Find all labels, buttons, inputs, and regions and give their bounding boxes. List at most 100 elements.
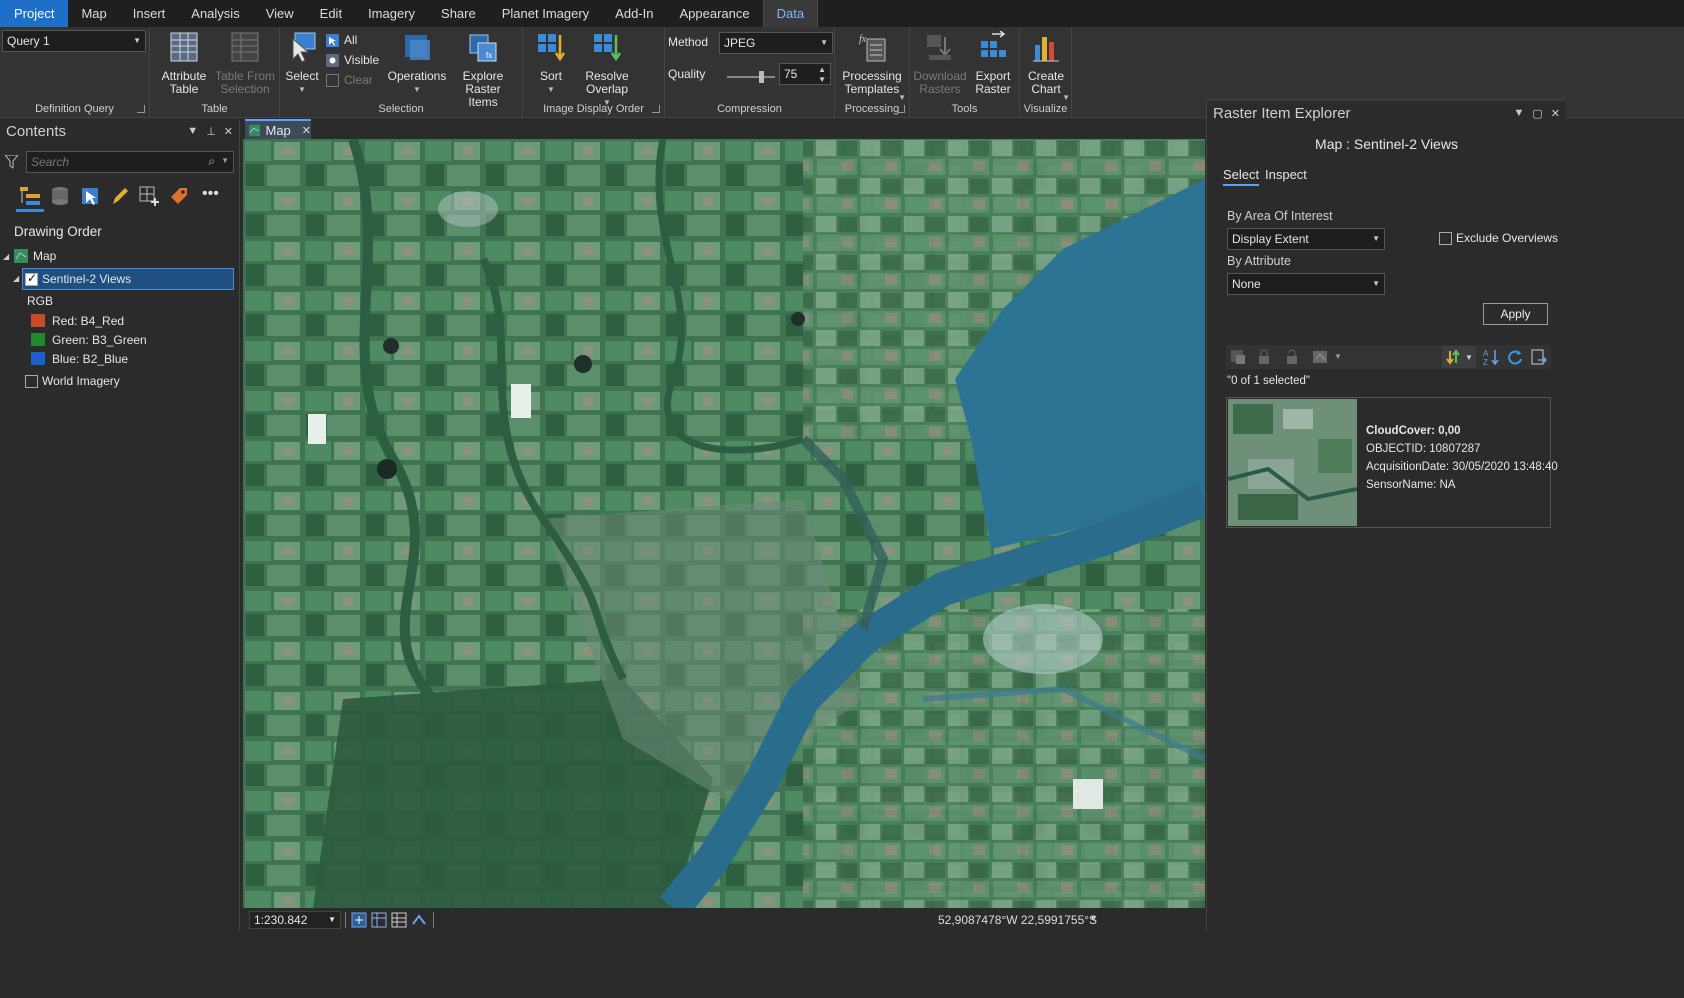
list-by-selection-icon[interactable] — [80, 185, 100, 207]
snapping-icon[interactable] — [351, 912, 367, 928]
scale-combo[interactable]: 1:230.842 ▼ — [249, 911, 341, 929]
close-icon[interactable]: ✕ — [224, 125, 233, 138]
expand-layer-icon[interactable]: ◢ — [13, 274, 19, 283]
dialog-launcher-icon[interactable] — [897, 105, 905, 113]
blue-band-swatch[interactable] — [31, 352, 45, 365]
expand-map-icon[interactable]: ◢ — [3, 252, 9, 261]
pin-icon[interactable]: ⊥ — [206, 125, 216, 138]
sort-direction-button[interactable]: ▼ — [1442, 346, 1476, 368]
close-icon[interactable]: ✕ — [302, 124, 311, 137]
layer-visibility-checkbox[interactable] — [25, 271, 38, 286]
refresh-map-icon[interactable] — [411, 912, 427, 928]
close-icon[interactable]: ✕ — [1551, 107, 1560, 120]
map-icon — [14, 249, 28, 263]
tab-appearance[interactable]: Appearance — [666, 0, 762, 27]
slider-track — [727, 76, 775, 78]
processing-templates-button[interactable]: fx Processing Templates ▼ — [837, 31, 907, 102]
pane-menu-icon[interactable]: ▼ — [1513, 107, 1524, 120]
zoom-to-item-icon[interactable] — [1230, 349, 1246, 365]
contents-pane: Contents ▼ ⊥ ✕ ⌕ ▼ ••• Drawing Order ◢ M… — [0, 119, 240, 998]
attribute-table-button[interactable]: Attribute Table — [156, 31, 212, 96]
pane-menu-icon[interactable]: ▼ — [187, 125, 198, 138]
dialog-launcher-icon[interactable] — [652, 105, 660, 113]
bright-patch — [511, 384, 531, 418]
sort-button[interactable]: Sort ▼ — [531, 31, 571, 96]
map-node-label[interactable]: Map — [33, 249, 56, 263]
group-definition-query: Query 1 ▼ Definition Query — [0, 27, 150, 118]
lock-icon[interactable] — [1256, 349, 1272, 365]
sort-az-icon[interactable]: AZ — [1482, 348, 1500, 366]
create-chart-button[interactable]: Create Chart ▼ — [1022, 31, 1070, 102]
tab-project[interactable]: Project — [0, 0, 69, 27]
list-by-source-icon[interactable] — [50, 185, 70, 207]
export-list-icon[interactable] — [1530, 348, 1548, 366]
tab-share[interactable]: Share — [428, 0, 489, 27]
chevron-down-icon[interactable]: ▼ — [1334, 352, 1342, 361]
method-combo[interactable]: JPEG ▼ — [719, 32, 833, 54]
unlock-icon[interactable] — [1284, 349, 1300, 365]
search-icon[interactable]: ⌕ — [208, 154, 215, 169]
tab-data[interactable]: Data — [762, 0, 819, 27]
quality-stepper[interactable]: 75 ▲ ▼ — [779, 63, 831, 85]
chevron-down-icon[interactable]: ▼ — [818, 70, 826, 90]
explore-raster-items-button[interactable]: fx Explore Raster Items — [450, 31, 516, 109]
list-by-editing-icon[interactable] — [110, 185, 130, 207]
exclude-overviews-checkbox[interactable] — [1439, 232, 1452, 245]
dialog-launcher-icon[interactable] — [137, 105, 145, 113]
coordinates-readout: 52,9087478°W 22,5991755°S — [938, 913, 1098, 927]
tab-edit[interactable]: Edit — [307, 0, 355, 27]
map-tab-bar: Map ✕ — [241, 119, 1206, 139]
tab-add-in[interactable]: Add-In — [602, 0, 666, 27]
select-all-button[interactable]: All — [326, 33, 357, 47]
add-to-map-icon[interactable] — [1312, 349, 1330, 365]
maximize-icon[interactable]: ▢ — [1532, 107, 1542, 120]
tab-view[interactable]: View — [253, 0, 307, 27]
download-rasters-button[interactable]: Download Rasters — [912, 31, 968, 96]
more-options-icon[interactable]: ••• — [202, 185, 219, 203]
search-input[interactable] — [27, 152, 197, 172]
quality-slider[interactable] — [727, 71, 775, 85]
resolve-overlap-button[interactable]: Resolve Overlap ▼ — [577, 31, 637, 109]
apply-button[interactable]: Apply — [1483, 303, 1548, 325]
definition-query-combo[interactable]: Query 1 ▼ — [2, 30, 146, 52]
tab-imagery[interactable]: Imagery — [355, 0, 428, 27]
grid-icon[interactable] — [371, 912, 387, 928]
list-by-snapping-icon[interactable] — [138, 185, 160, 207]
tab-planet-imagery[interactable]: Planet Imagery — [489, 0, 602, 27]
list-by-labeling-icon[interactable] — [168, 185, 190, 207]
slider-thumb[interactable] — [759, 71, 764, 83]
list-by-drawing-order-icon[interactable] — [18, 185, 42, 207]
quality-value: 75 — [784, 67, 798, 81]
satellite-imagery[interactable] — [243, 139, 1205, 908]
tab-insert[interactable]: Insert — [120, 0, 179, 27]
green-band-swatch[interactable] — [31, 333, 45, 346]
group-label-table: Table — [201, 103, 228, 115]
select-visible-button[interactable]: Visible — [326, 53, 379, 67]
attribute-combo[interactable]: None ▼ — [1227, 273, 1385, 295]
raster-item-card[interactable]: CloudCover: 0,00 OBJECTID: 10807287 Acqu… — [1226, 397, 1558, 528]
attribute-value: None — [1232, 277, 1261, 291]
table-from-selection-button[interactable]: Table From Selection — [214, 31, 276, 96]
clear-selection-button[interactable]: Clear — [326, 73, 373, 87]
tab-map[interactable]: Map — [68, 0, 119, 27]
red-band-swatch[interactable] — [31, 314, 45, 327]
select-button[interactable]: Select ▼ — [284, 31, 320, 96]
tab-inspect[interactable]: Inspect — [1265, 167, 1307, 182]
world-imagery-label[interactable]: World Imagery — [42, 374, 120, 388]
world-imagery-checkbox[interactable] — [25, 375, 38, 388]
chevron-down-icon[interactable]: ▼ — [1089, 913, 1098, 923]
chevron-down-icon[interactable]: ▼ — [221, 156, 229, 165]
filter-icon[interactable] — [5, 155, 18, 169]
attribute-table-label: Attribute Table — [161, 69, 207, 96]
map-view[interactable] — [243, 139, 1205, 908]
table-icon[interactable] — [391, 912, 407, 928]
tab-analysis[interactable]: Analysis — [178, 0, 252, 27]
aoi-combo[interactable]: Display Extent ▼ — [1227, 228, 1385, 250]
layer-sentinel-label[interactable]: Sentinel-2 Views — [42, 272, 131, 286]
refresh-icon[interactable] — [1506, 348, 1524, 366]
export-raster-button[interactable]: Export Raster — [970, 30, 1016, 96]
item-sensor-name: SensorName: NA — [1366, 479, 1456, 491]
tab-select[interactable]: Select — [1223, 167, 1260, 186]
map-view-tab[interactable]: Map ✕ — [245, 119, 311, 139]
operations-button[interactable]: Operations ▼ — [386, 31, 448, 96]
